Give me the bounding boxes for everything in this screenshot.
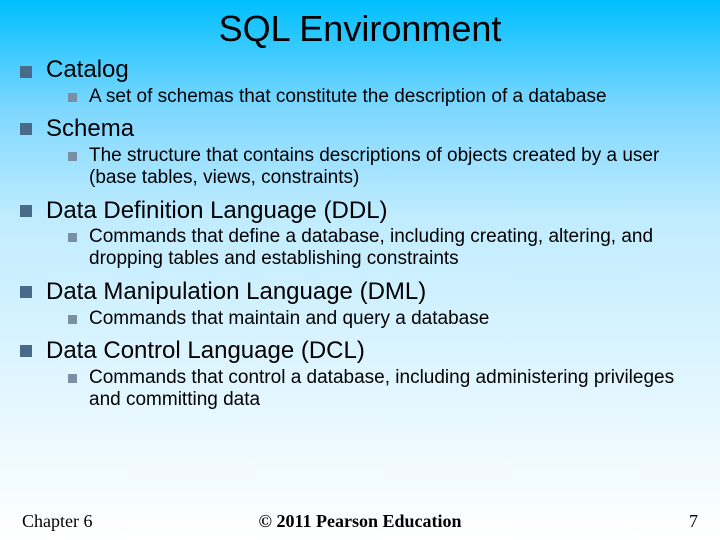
bullet-icon xyxy=(68,233,77,242)
footer-copyright: © 2011 Pearson Education xyxy=(259,511,462,532)
list-subitem: Commands that define a database, includi… xyxy=(68,226,702,270)
bullet-icon xyxy=(68,152,77,161)
subitem-label: Commands that define a database, includi… xyxy=(89,226,702,270)
list-subitem: A set of schemas that constitute the des… xyxy=(68,86,702,108)
bullet-icon xyxy=(20,345,32,357)
bullet-icon xyxy=(20,205,32,217)
slide-footer: Chapter 6 © 2011 Pearson Education 7 xyxy=(0,511,720,532)
item-label: Schema xyxy=(46,115,134,143)
list-subitem: Commands that control a database, includ… xyxy=(68,367,702,411)
bullet-icon xyxy=(20,123,32,135)
subitem-label: Commands that control a database, includ… xyxy=(89,367,702,411)
item-label: Catalog xyxy=(46,56,129,84)
subitem-label: Commands that maintain and query a datab… xyxy=(89,308,489,330)
bullet-icon xyxy=(68,315,77,324)
list-item: Data Manipulation Language (DML) xyxy=(20,278,702,306)
item-label: Data Definition Language (DDL) xyxy=(46,197,388,225)
slide-title: SQL Environment xyxy=(0,0,720,56)
list-subitem: The structure that contains descriptions… xyxy=(68,145,702,189)
item-label: Data Manipulation Language (DML) xyxy=(46,278,426,306)
footer-page-number: 7 xyxy=(689,511,698,532)
list-subitem: Commands that maintain and query a datab… xyxy=(68,308,702,330)
bullet-icon xyxy=(68,93,77,102)
slide-content: Catalog A set of schemas that constitute… xyxy=(0,56,720,411)
subitem-label: A set of schemas that constitute the des… xyxy=(89,86,607,108)
list-item: Data Control Language (DCL) xyxy=(20,337,702,365)
list-item: Data Definition Language (DDL) xyxy=(20,197,702,225)
list-item: Schema xyxy=(20,115,702,143)
bullet-icon xyxy=(68,374,77,383)
bullet-icon xyxy=(20,66,32,78)
bullet-icon xyxy=(20,286,32,298)
subitem-label: The structure that contains descriptions… xyxy=(89,145,702,189)
item-label: Data Control Language (DCL) xyxy=(46,337,365,365)
footer-chapter: Chapter 6 xyxy=(22,511,92,532)
list-item: Catalog xyxy=(20,56,702,84)
